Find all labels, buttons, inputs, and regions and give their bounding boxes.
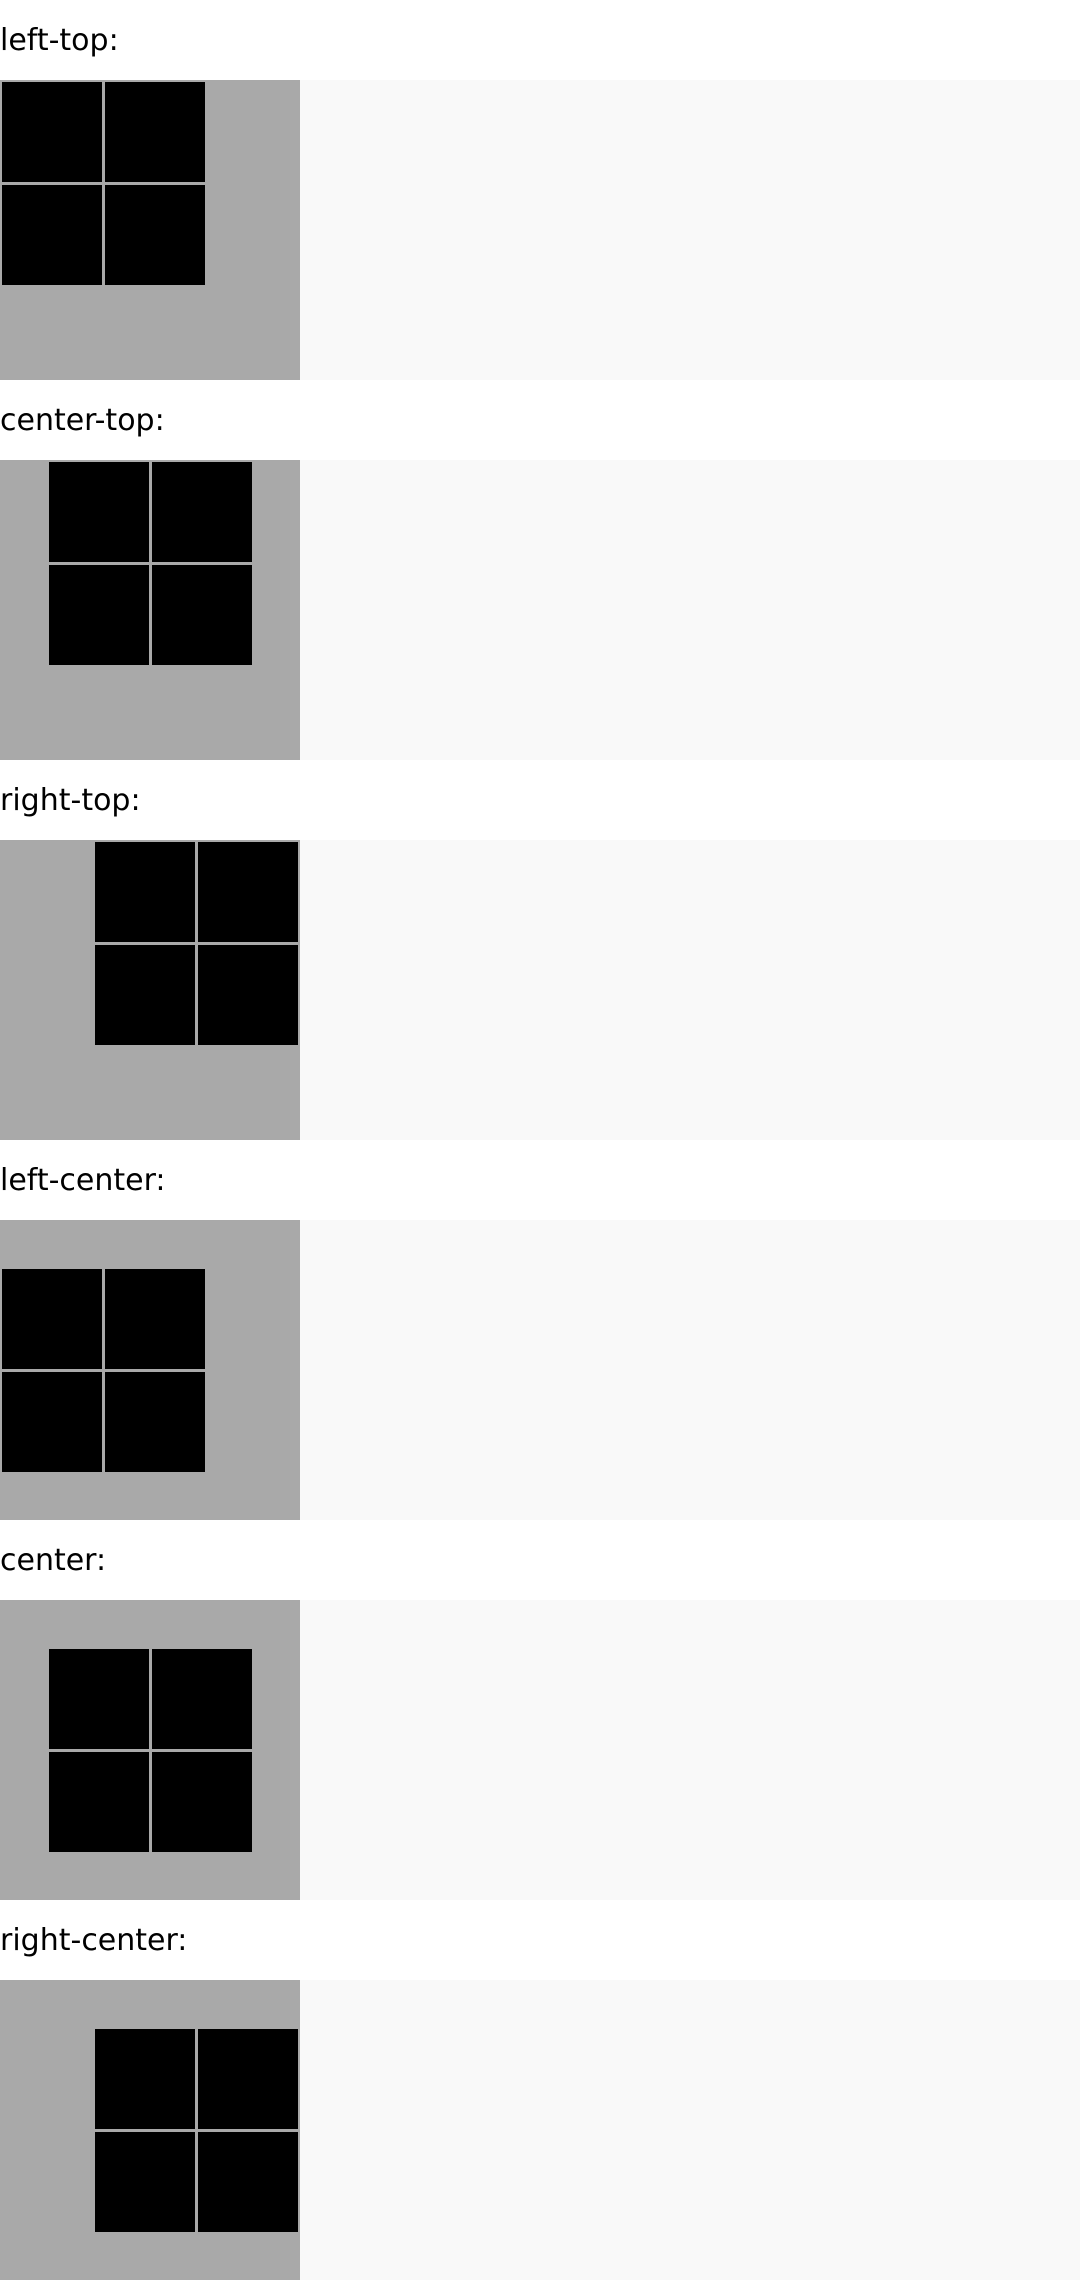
grid-cell — [198, 2131, 298, 2232]
section-right-top: right-top: — [0, 760, 1080, 1140]
grid-container-right-top — [0, 840, 300, 1140]
grid-cell — [48, 462, 149, 562]
grid-cell — [198, 2028, 298, 2129]
grid-cell — [2, 82, 102, 182]
grid-cell — [105, 1371, 205, 1472]
grid-cell — [151, 1751, 252, 1852]
section-label: left-top: — [0, 23, 119, 58]
section-label: center-top: — [0, 403, 165, 438]
section-center: center: — [0, 1520, 1080, 1900]
grid-cell — [2, 1268, 102, 1369]
grid-cell — [95, 945, 195, 1045]
demo-row — [0, 80, 1080, 380]
grid-cell — [2, 1371, 102, 1472]
grid-container-left-top — [0, 80, 300, 380]
section-right-center: right-center: — [0, 1900, 1080, 2280]
grid-cell — [151, 565, 252, 665]
grid-cell — [48, 1648, 149, 1749]
grid-container-right-center — [0, 1980, 300, 2280]
demo-row — [0, 1220, 1080, 1520]
grid-cell — [2, 185, 102, 285]
grid-cell — [198, 945, 298, 1045]
section-label: right-center: — [0, 1923, 188, 1958]
grid-cell — [198, 842, 298, 942]
grid-cell — [48, 1751, 149, 1852]
section-label: left-center: — [0, 1163, 166, 1198]
grid-cell — [95, 2028, 195, 2129]
grid-cell — [105, 82, 205, 182]
section-left-top: left-top: — [0, 0, 1080, 380]
grid-cell — [151, 1648, 252, 1749]
grid-cell — [48, 565, 149, 665]
demo-row — [0, 1600, 1080, 1900]
grid-container-center-top — [0, 460, 300, 760]
grid-cell — [151, 462, 252, 562]
grid-container-left-center — [0, 1220, 300, 1520]
section-left-center: left-center: — [0, 1140, 1080, 1520]
grid-cell — [95, 2131, 195, 2232]
grid-cell — [105, 185, 205, 285]
demo-row — [0, 840, 1080, 1140]
demo-row — [0, 460, 1080, 760]
grid-container-center — [0, 1600, 300, 1900]
section-label: right-top: — [0, 783, 141, 818]
demo-row — [0, 1980, 1080, 2280]
section-center-top: center-top: — [0, 380, 1080, 760]
grid-cell — [95, 842, 195, 942]
page: left-top: center-top: right-top: left-ce… — [0, 0, 1080, 2280]
section-label: center: — [0, 1543, 107, 1578]
grid-cell — [105, 1268, 205, 1369]
